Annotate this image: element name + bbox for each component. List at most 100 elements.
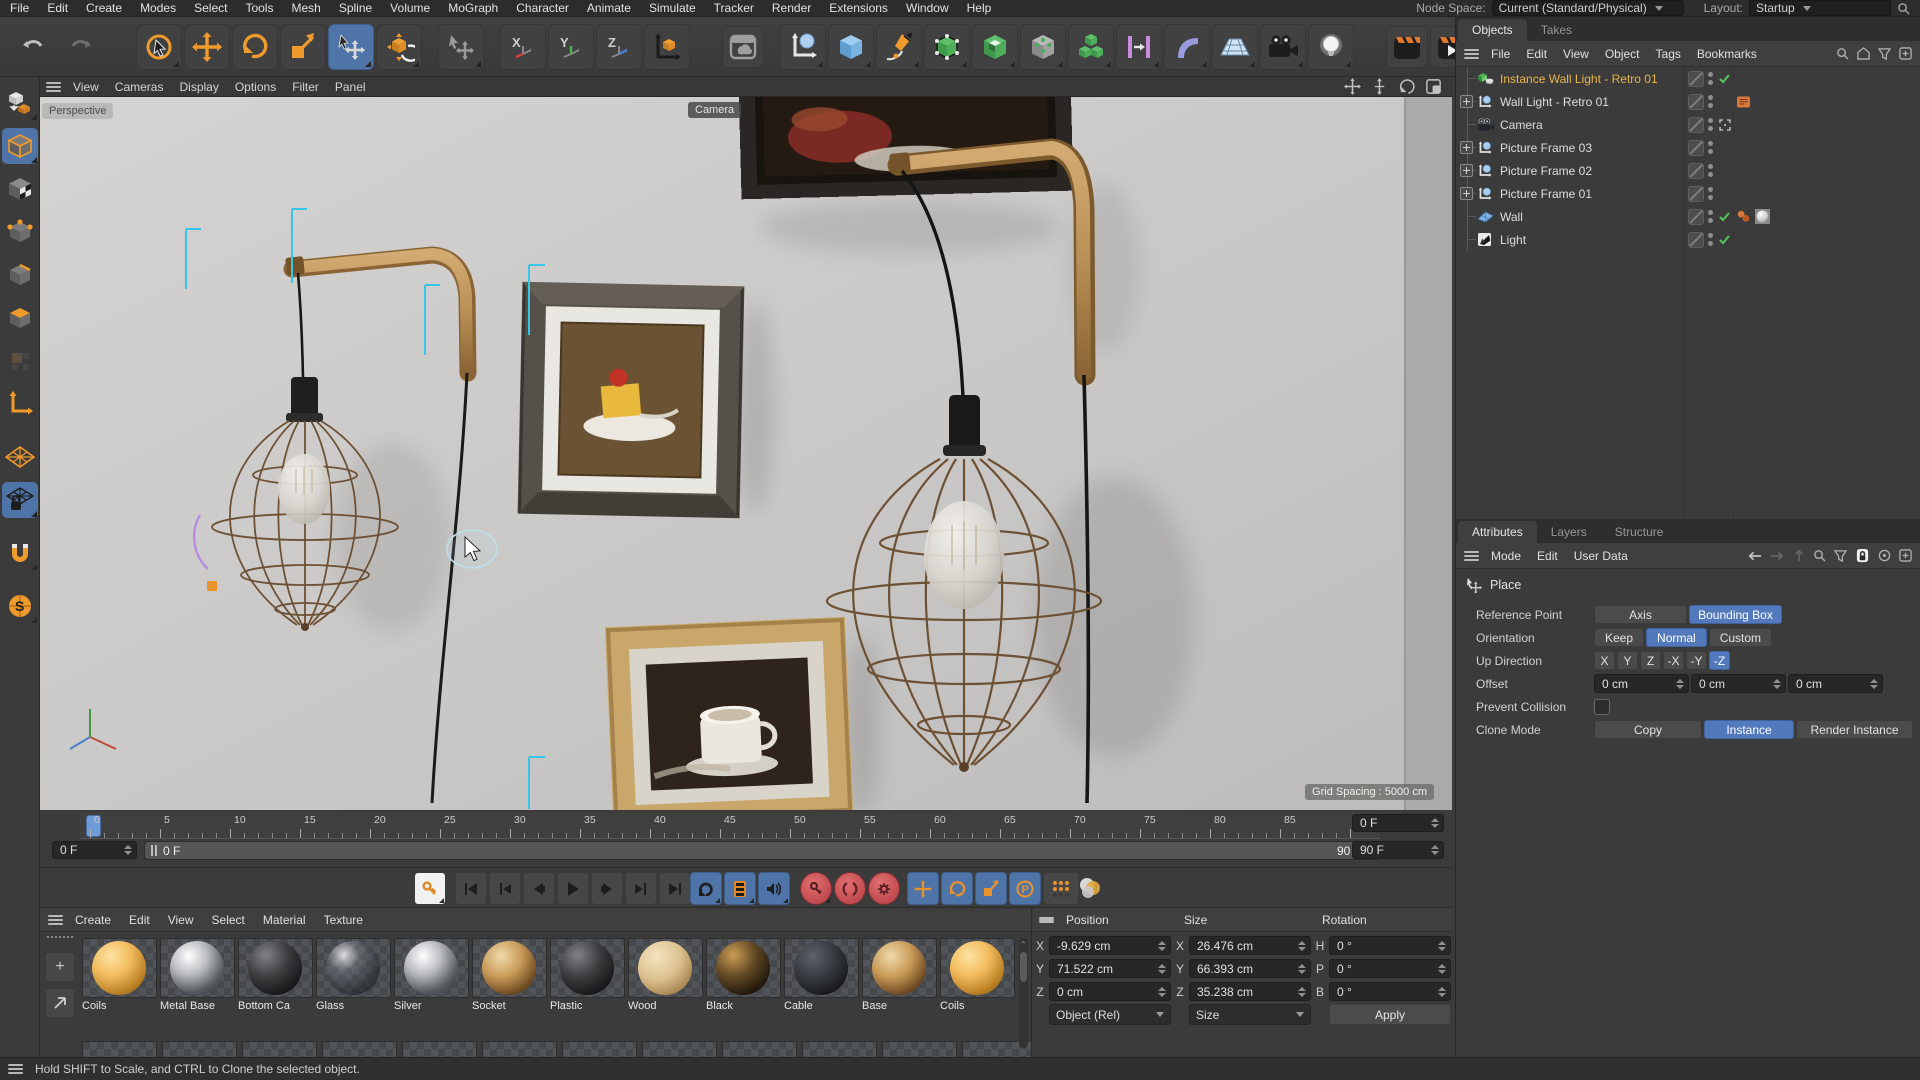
object-row-wall[interactable]: Wall: [1456, 205, 1920, 228]
material-coils-11[interactable]: Coils: [940, 938, 1015, 1012]
menu-item-mograph[interactable]: MoGraph: [448, 1, 498, 15]
record-keyframe-button[interactable]: [800, 872, 832, 905]
visibility-dots[interactable]: [1708, 187, 1713, 200]
option-instance[interactable]: Instance: [1704, 720, 1794, 739]
material-socket-5[interactable]: Socket: [472, 938, 547, 1012]
menu-item-create[interactable]: Create: [75, 913, 111, 927]
option-y[interactable]: -Y: [1686, 651, 1707, 670]
add-material-button[interactable]: +: [45, 952, 75, 982]
material-thumbnail[interactable]: [550, 938, 625, 998]
menu-item-edit[interactable]: Edit: [47, 1, 68, 15]
coord-rotation-p-field[interactable]: 0 °: [1329, 959, 1451, 978]
object-name[interactable]: Picture Frame 02: [1500, 164, 1592, 178]
make-editable-button[interactable]: [1, 85, 38, 121]
viewport-panel[interactable]: View Cameras Display Options Filter Panel: [40, 77, 1452, 810]
snap-settings-button[interactable]: S: [1, 588, 38, 624]
object-row-picture-frame-01[interactable]: Picture Frame 01: [1456, 182, 1920, 205]
goto-prev-key-button[interactable]: [489, 872, 521, 905]
option-x[interactable]: -X: [1663, 651, 1684, 670]
menu-item-object[interactable]: Object: [1605, 47, 1640, 61]
material-menu-icon[interactable]: [48, 914, 63, 925]
material-thumbnail[interactable]: [316, 938, 391, 998]
object-row-picture-frame-02[interactable]: Picture Frame 02: [1456, 159, 1920, 182]
menu-item-texture[interactable]: Texture: [324, 913, 363, 927]
tab-structure[interactable]: Structure: [1601, 521, 1678, 543]
viewport-menu-icon[interactable]: [46, 81, 61, 92]
record-position-toggle[interactable]: [907, 872, 939, 905]
current-frame-field[interactable]: 0 F: [52, 841, 137, 859]
undo-button[interactable]: [10, 24, 56, 70]
menu-item-user-data[interactable]: User Data: [1574, 549, 1628, 563]
object-row-wall-light-retro-01[interactable]: Wall Light - Retro 01: [1456, 90, 1920, 113]
subdivision-surface-button[interactable]: [924, 23, 970, 70]
menu-item-render[interactable]: Render: [772, 1, 811, 15]
option-z[interactable]: -Z: [1709, 651, 1730, 670]
menu-item-select[interactable]: Select: [194, 1, 227, 15]
material-tag[interactable]: [1736, 209, 1752, 224]
material-bottom-ca-2[interactable]: Bottom Ca: [238, 938, 313, 1012]
material-thumbnail[interactable]: [394, 938, 469, 998]
menu-item-character[interactable]: Character: [516, 1, 569, 15]
record-scale-toggle[interactable]: [975, 872, 1007, 905]
layer-toggle[interactable]: [1688, 231, 1704, 248]
coord-position-mode-dropdown[interactable]: Object (Rel): [1049, 1004, 1171, 1025]
visibility-dots[interactable]: [1708, 164, 1713, 177]
option-custom[interactable]: Custom: [1708, 628, 1773, 647]
material-thumbnail-partial[interactable]: [722, 1041, 797, 1057]
menu-item-tags[interactable]: Tags: [1656, 47, 1681, 61]
polygon-mode-button[interactable]: [1, 300, 38, 336]
material-plastic-6[interactable]: Plastic: [550, 938, 625, 1012]
enabled-check-icon[interactable]: [1718, 210, 1732, 224]
model-mode-button[interactable]: [1, 128, 38, 164]
material-thumbnail[interactable]: [160, 938, 235, 998]
enabled-check-icon[interactable]: [1718, 233, 1732, 247]
add-object-icon[interactable]: [1899, 47, 1912, 60]
menu-item-animate[interactable]: Animate: [587, 1, 631, 15]
next-frame-button[interactable]: [591, 872, 623, 905]
menu-item-help[interactable]: Help: [967, 1, 992, 15]
material-thumbnail-partial[interactable]: [562, 1041, 637, 1057]
coord-size-x-field[interactable]: 26.476 cm: [1189, 936, 1311, 955]
lock-icon[interactable]: [1855, 548, 1870, 563]
layer-toggle[interactable]: [1688, 139, 1704, 156]
layer-toggle[interactable]: [1688, 93, 1704, 110]
object-name[interactable]: Picture Frame 01: [1500, 187, 1592, 201]
keying-settings-button[interactable]: [868, 872, 900, 905]
material-thumbnail[interactable]: [784, 938, 859, 998]
menu-item-file[interactable]: File: [10, 1, 29, 15]
camera-viewfinder-icon[interactable]: [1718, 118, 1732, 132]
range-start-handle[interactable]: [151, 845, 157, 856]
material-coils-0[interactable]: Coils: [82, 938, 157, 1012]
cloner-button[interactable]: [1068, 23, 1114, 70]
viewport-orbit-icon[interactable]: [1398, 78, 1415, 95]
record-parameter-toggle[interactable]: P: [1009, 872, 1041, 905]
search-icon[interactable]: [1836, 47, 1849, 60]
layout-dropdown[interactable]: Startup: [1749, 0, 1891, 16]
offset-field-0[interactable]: 0 cm: [1594, 674, 1689, 693]
menu-item-file[interactable]: File: [1491, 47, 1510, 61]
object-row-light[interactable]: Light: [1456, 228, 1920, 251]
material-thumbnail[interactable]: [238, 938, 313, 998]
material-thumbnail-partial[interactable]: [162, 1041, 237, 1057]
material-thumbnail-partial[interactable]: [322, 1041, 397, 1057]
menu-item-spline[interactable]: Spline: [339, 1, 372, 15]
rotate-tool-button[interactable]: [232, 23, 278, 70]
bend-deformer-button[interactable]: [1164, 23, 1210, 70]
visibility-dots[interactable]: [1708, 141, 1713, 154]
deformer-button[interactable]: [1116, 23, 1162, 70]
expand-toggle[interactable]: [1460, 187, 1473, 200]
menu-item-filter[interactable]: Filter: [292, 80, 319, 94]
object-row-instance-wall-light-retro-01[interactable]: Instance Wall Light - Retro 01: [1456, 67, 1920, 90]
menu-item-display[interactable]: Display: [179, 80, 218, 94]
light-object-button[interactable]: [1308, 23, 1354, 70]
filter-icon[interactable]: [1834, 549, 1847, 562]
visibility-dots[interactable]: [1708, 118, 1713, 131]
object-row-camera[interactable]: Camera: [1456, 113, 1920, 136]
menu-item-edit[interactable]: Edit: [1537, 549, 1558, 563]
enabled-check-icon[interactable]: [1718, 72, 1732, 86]
menu-item-view[interactable]: View: [1563, 47, 1589, 61]
material-glass-3[interactable]: Glass: [316, 938, 391, 1012]
z-axis-lock-button[interactable]: Z: [596, 23, 642, 70]
object-name[interactable]: Wall: [1500, 210, 1523, 224]
node-space-dropdown[interactable]: Current (Standard/Physical): [1491, 0, 1684, 16]
